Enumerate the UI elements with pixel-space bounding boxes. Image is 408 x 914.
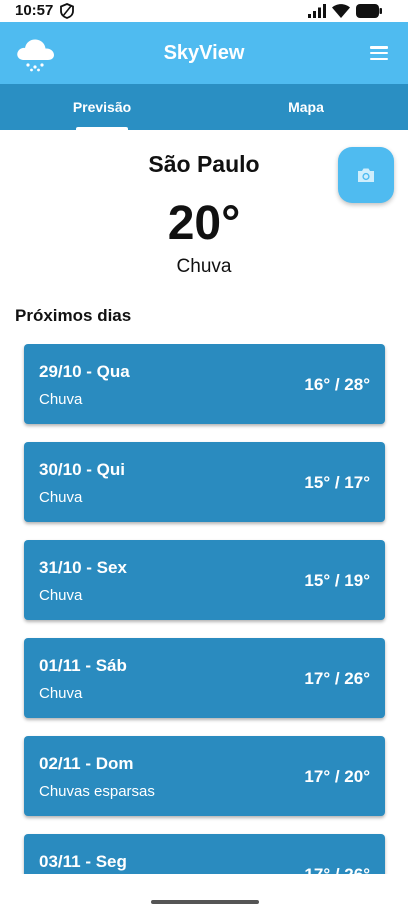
forecast-temperatures: 17° / 26°	[304, 865, 370, 874]
hamburger-menu-icon[interactable]	[370, 46, 388, 60]
battery-icon	[356, 4, 382, 18]
forecast-description: Chuva	[39, 391, 83, 408]
status-time: 10:57	[15, 2, 54, 19]
forecast-section-title: Próximos dias	[15, 306, 132, 325]
forecast-description: Chuva	[39, 489, 83, 506]
app-title: SkyView	[163, 42, 245, 64]
forecast-temperatures: 17° / 20°	[304, 767, 370, 786]
tab-map[interactable]: Mapa	[204, 84, 408, 130]
forecast-card[interactable]: 01/11 - Sáb Chuva 17° / 26°	[24, 638, 385, 718]
wifi-icon	[332, 4, 350, 18]
forecast-temperatures: 16° / 28°	[304, 375, 370, 394]
tab-forecast[interactable]: Previsão	[0, 84, 204, 130]
current-condition: Chuva	[176, 256, 232, 277]
forecast-card[interactable]: 02/11 - Dom Chuvas esparsas 17° / 20°	[24, 736, 385, 816]
forecast-date: 31/10 - Sex	[39, 558, 127, 577]
tab-bar: Previsão Mapa	[0, 84, 408, 130]
tab-map-label: Mapa	[288, 99, 324, 115]
active-tab-indicator	[76, 127, 128, 130]
forecast-temperatures: 15° / 19°	[304, 571, 370, 590]
forecast-date: 02/11 - Dom	[39, 754, 134, 773]
status-icons	[308, 3, 382, 19]
forecast-card[interactable]: 29/10 - Qua Chuva 16° / 28°	[24, 344, 385, 424]
forecast-description: Chuva	[39, 685, 83, 702]
forecast-date: 01/11 - Sáb	[39, 656, 127, 675]
tab-forecast-label: Previsão	[72, 99, 132, 115]
current-temperature: 20°	[167, 197, 241, 250]
forecast-list[interactable]: 29/10 - Qua Chuva 16° / 28° 30/10 - Qui …	[0, 344, 408, 874]
camera-button[interactable]	[338, 147, 394, 203]
forecast-card[interactable]: 31/10 - Sex Chuva 15° / 19°	[24, 540, 385, 620]
forecast-date: 30/10 - Qui	[39, 460, 125, 479]
forecast-description: Chuvas esparsas	[39, 783, 155, 800]
system-navigation-bar	[0, 874, 408, 914]
forecast-date: 29/10 - Qua	[39, 362, 130, 381]
forecast-temperatures: 15° / 17°	[304, 473, 370, 492]
forecast-card[interactable]: 30/10 - Qui Chuva 15° / 17°	[24, 442, 385, 522]
cellular-signal-icon	[308, 4, 326, 18]
forecast-description: Chuva	[39, 587, 83, 604]
forecast-temperatures: 17° / 26°	[304, 669, 370, 688]
camera-icon	[358, 168, 374, 182]
forecast-date: 03/11 - Seg	[39, 852, 127, 871]
home-gesture-handle[interactable]	[151, 900, 259, 904]
forecast-card[interactable]: 03/11 - Seg 17° / 26°	[24, 834, 385, 874]
status-bar: 10:57	[0, 0, 408, 22]
app-bar: SkyView	[0, 22, 408, 84]
shield-icon	[60, 3, 74, 19]
